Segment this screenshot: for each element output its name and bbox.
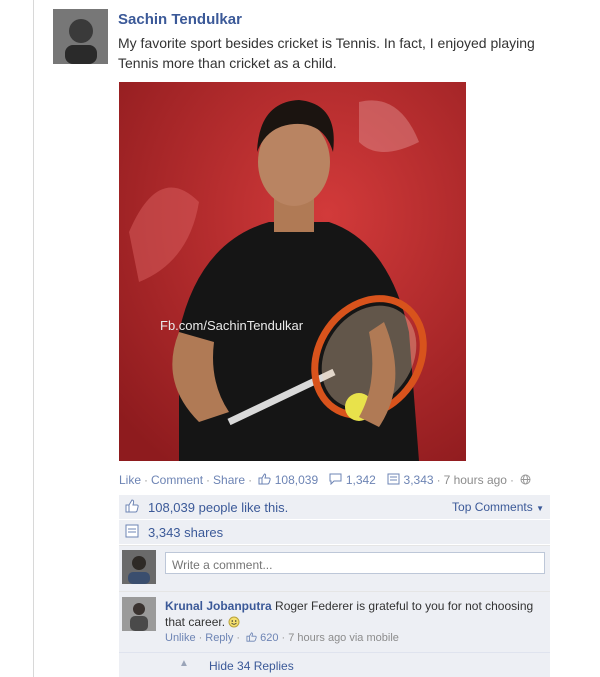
likes-summary-text[interactable]: 108,039 people like this.	[148, 500, 288, 515]
thumbs-up-icon	[125, 499, 139, 513]
post-actions-bar: Like · Comment · Share · 108,039 1,342 3,343 ·…	[119, 473, 531, 487]
comment-time[interactable]: 7 hours ago via mobile	[288, 632, 399, 644]
commenter-name[interactable]: Krunal Jobanputra	[165, 599, 272, 613]
comment-input[interactable]	[165, 552, 545, 574]
like-count[interactable]: 108,039	[275, 473, 318, 487]
caret-down-icon: ▼	[536, 504, 544, 513]
like-link[interactable]: Like	[119, 473, 141, 487]
post-time[interactable]: 7 hours ago	[444, 473, 507, 487]
share-count-icon	[387, 473, 403, 487]
comment-body: Krunal Jobanputra Roger Federer is grate…	[165, 598, 535, 630]
author-avatar[interactable]	[53, 9, 108, 64]
smiley-icon	[228, 615, 240, 629]
commenter-avatar[interactable]	[122, 597, 156, 631]
top-comments-dropdown[interactable]: Top Comments ▼	[452, 500, 544, 514]
top-comments-label: Top Comments	[452, 500, 533, 514]
chevron-up-icon: ▲	[179, 658, 189, 669]
post-text: My favorite sport besides cricket is Ten…	[118, 35, 535, 71]
share-count[interactable]: 3,343	[404, 473, 434, 487]
comment-meta: Unlike · Reply · 620 · 7 hours ago via mobile	[165, 632, 399, 644]
hide-replies-row: ▲ Hide 34 Replies	[119, 652, 550, 677]
comment-like-count[interactable]: 620	[260, 632, 278, 644]
comment-like-icon	[246, 632, 260, 644]
share-link[interactable]: Share	[213, 473, 245, 487]
comment-count[interactable]: 1,342	[346, 473, 376, 487]
share-icon	[125, 524, 139, 538]
globe-icon	[520, 473, 531, 487]
unlike-link[interactable]: Unlike	[165, 632, 196, 644]
photo-watermark: Fb.com/SachinTendulkar	[160, 318, 304, 333]
comment-link[interactable]: Comment	[151, 473, 203, 487]
reply-link[interactable]: Reply	[205, 632, 233, 644]
post-photo[interactable]	[119, 82, 466, 461]
comment-count-icon	[329, 473, 345, 487]
shares-summary-row: 3,343 shares	[119, 520, 550, 544]
shares-summary-text[interactable]: 3,343 shares	[148, 525, 223, 540]
like-count-icon	[258, 473, 274, 487]
current-user-avatar[interactable]	[122, 550, 156, 584]
hide-replies-link[interactable]: Hide 34 Replies	[209, 659, 294, 673]
author-name[interactable]: Sachin Tendulkar	[118, 11, 242, 28]
likes-summary-row: 108,039 people like this. Top Comments ▼	[119, 495, 550, 519]
